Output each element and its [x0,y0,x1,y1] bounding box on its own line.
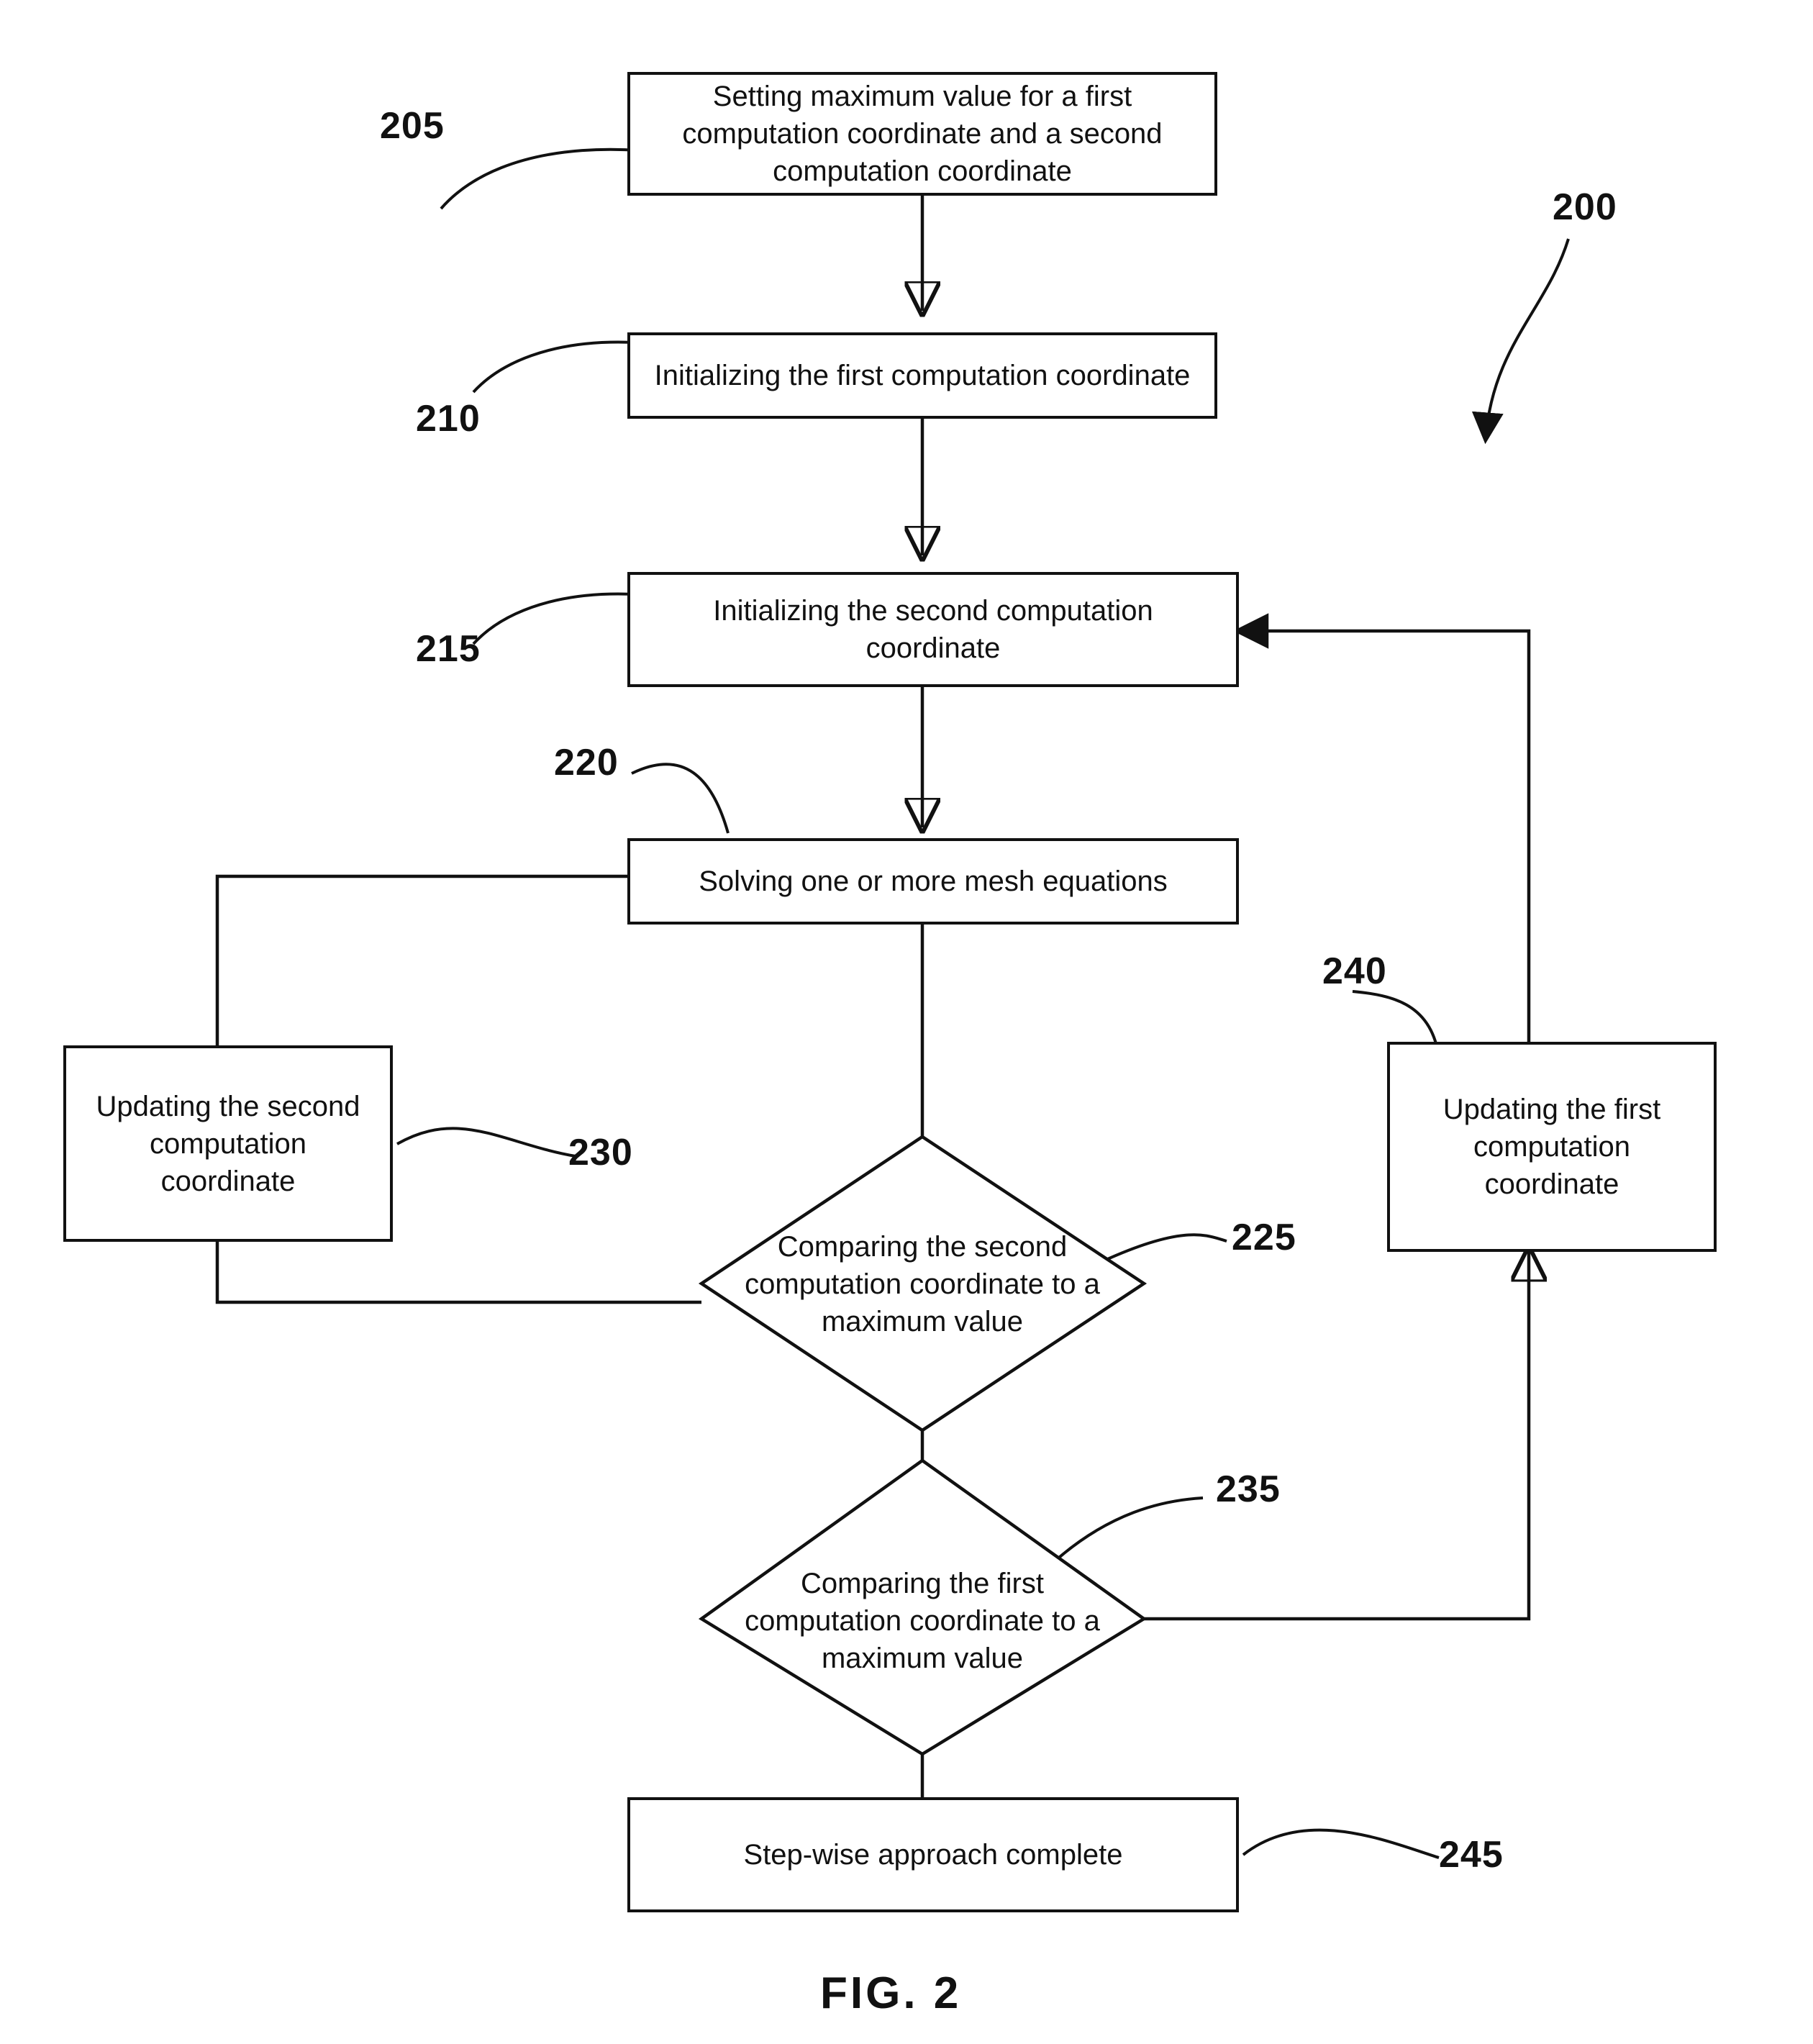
ref-number-215: 215 [416,628,481,670]
node-215-initialize-second-coordinate[interactable]: Initializing the second computation coor… [627,572,1239,687]
node-220-solve-mesh-equations[interactable]: Solving one or more mesh equations [627,838,1239,925]
node-245-stepwise-complete[interactable]: Step-wise approach complete [627,1797,1239,1912]
ref-number-230: 230 [568,1132,633,1173]
node-205-set-maximum-value[interactable]: Setting maximum value for a first comput… [627,72,1217,196]
ref-number-200: 200 [1553,186,1617,228]
node-210-initialize-first-coordinate[interactable]: Initializing the first computation coord… [627,332,1217,419]
node-230-label: Updating the second computation coordina… [96,1090,360,1197]
node-205-label: Setting maximum value for a first comput… [682,81,1163,187]
decision-225-label-wrap: Comparing the second computation coordin… [735,1216,1109,1353]
ref-number-240: 240 [1322,950,1387,992]
ref-number-220: 220 [554,742,619,783]
decision-225-label: Comparing the second computation coordin… [745,1231,1100,1337]
node-240-label: Updating the first computation coordinat… [1442,1094,1661,1200]
ref-number-205: 205 [380,105,445,147]
node-220-label: Solving one or more mesh equations [699,866,1168,897]
node-245-label: Step-wise approach complete [743,1839,1123,1871]
figure-canvas: Setting maximum value for a first comput… [0,0,1813,2044]
node-215-label: Initializing the second computation coor… [713,595,1153,664]
node-210-label: Initializing the first computation coord… [654,360,1191,391]
ref-number-245: 245 [1439,1834,1504,1876]
ref-number-225: 225 [1232,1217,1296,1258]
decision-235-label-wrap: Comparing the first computation coordina… [735,1553,1109,1689]
node-230-update-second-coordinate[interactable]: Updating the second computation coordina… [63,1045,393,1242]
decision-235-label: Comparing the first computation coordina… [745,1568,1100,1674]
ref-number-210: 210 [416,398,481,440]
figure-caption: FIG. 2 [820,1968,962,2018]
ref-number-235: 235 [1216,1468,1281,1510]
decision-shape-layer [698,1135,1148,1756]
node-240-update-first-coordinate[interactable]: Updating the first computation coordinat… [1387,1042,1717,1252]
